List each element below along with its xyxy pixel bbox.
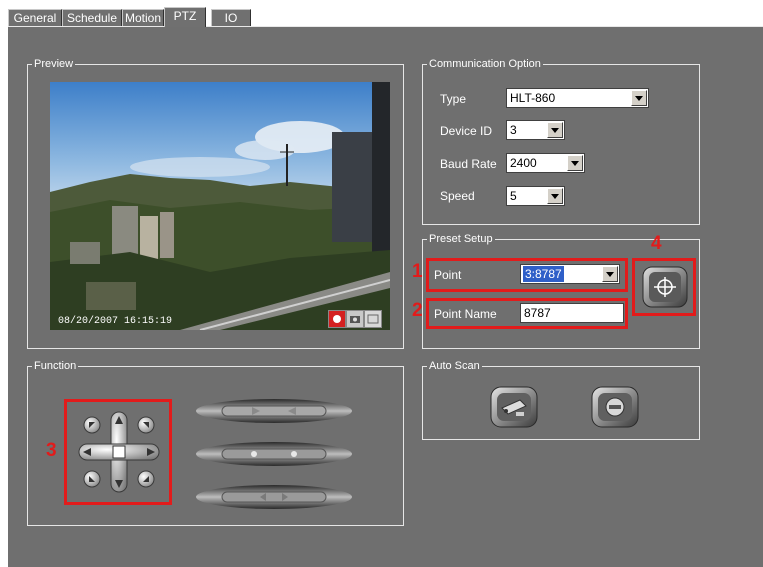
chevron-down-icon (606, 272, 614, 277)
communication-option-title: Communication Option (427, 57, 543, 71)
chevron-down-icon (551, 194, 559, 199)
set-preset-button[interactable] (642, 266, 688, 308)
point-name-label: Point Name (434, 307, 497, 321)
chevron-down-icon (571, 161, 579, 166)
tab-motion[interactable]: Motion (122, 9, 164, 26)
zoom-pill-icon (196, 442, 352, 466)
tab-schedule[interactable]: Schedule (62, 9, 122, 26)
callout-number-1: 1 (412, 261, 423, 282)
ptz-settings-window: General Schedule Motion PTZ IO Preview 0… (8, 0, 763, 567)
preview-timestamp: 08/20/2007 16:15:19 (58, 316, 173, 327)
speed-value: 5 (510, 189, 517, 203)
point-select[interactable]: 3:8787 (520, 264, 620, 284)
type-select[interactable]: HLT-860 (506, 88, 649, 108)
camera-preview-image: 08/20/2007 16:15:19 (50, 82, 390, 330)
preview-title: Preview (32, 57, 76, 71)
record-icon (333, 315, 341, 323)
speed-select[interactable]: 5 (506, 186, 565, 206)
camera-scan-icon (490, 386, 538, 428)
device-id-dropdown-button[interactable] (547, 122, 563, 138)
tab-general[interactable]: General (8, 9, 62, 26)
device-id-value: 3 (510, 123, 517, 137)
iris-pill-icon (196, 485, 352, 509)
auto-scan-title: Auto Scan (427, 359, 482, 373)
chevron-down-icon (551, 128, 559, 133)
stop-auto-scan-button[interactable] (591, 386, 639, 428)
zoom-control-button[interactable] (194, 441, 354, 467)
preset-setup-title: Preset Setup (427, 232, 495, 246)
focus-pill-icon (196, 399, 352, 423)
tab-ptz[interactable]: PTZ (164, 7, 206, 27)
baud-rate-select[interactable]: 2400 (506, 153, 585, 173)
camera-preview-scene (50, 82, 390, 330)
device-id-select[interactable]: 3 (506, 120, 565, 140)
point-name-input[interactable]: 8787 (520, 303, 624, 323)
direction-pad-icon (78, 411, 160, 493)
crosshair-icon (642, 266, 688, 308)
baud-rate-dropdown-button[interactable] (567, 155, 583, 171)
callout-number-2: 2 (412, 300, 423, 321)
callout-number-4: 4 (651, 233, 662, 254)
type-dropdown-button[interactable] (631, 90, 647, 106)
type-value: HLT-860 (510, 91, 556, 105)
speed-dropdown-button[interactable] (547, 188, 563, 204)
snapshot-button[interactable] (346, 310, 364, 328)
screen-icon (367, 314, 379, 324)
tab-bar-line (8, 26, 763, 27)
auto-scan-group: Auto Scan (422, 359, 700, 440)
start-auto-scan-button[interactable] (490, 386, 538, 428)
stop-icon (591, 386, 639, 428)
camera-icon (350, 316, 360, 323)
baud-rate-value: 2400 (510, 156, 537, 170)
tab-io[interactable]: IO (211, 9, 251, 26)
speed-label: Speed (440, 189, 475, 203)
point-dropdown-button[interactable] (602, 266, 618, 282)
focus-control-button[interactable] (194, 398, 354, 424)
fullscreen-button[interactable] (364, 310, 382, 328)
point-label: Point (434, 268, 462, 282)
chevron-down-icon (635, 96, 643, 101)
function-title: Function (32, 359, 79, 373)
baud-rate-label: Baud Rate (440, 157, 497, 171)
callout-number-3: 3 (46, 440, 57, 461)
record-button[interactable] (328, 310, 346, 328)
point-value: 3:8787 (523, 266, 564, 282)
point-name-value: 8787 (524, 306, 551, 320)
iris-control-button[interactable] (194, 484, 354, 510)
ptz-direction-pad[interactable] (75, 408, 163, 496)
type-label: Type (440, 92, 467, 106)
device-id-label: Device ID (440, 124, 493, 138)
